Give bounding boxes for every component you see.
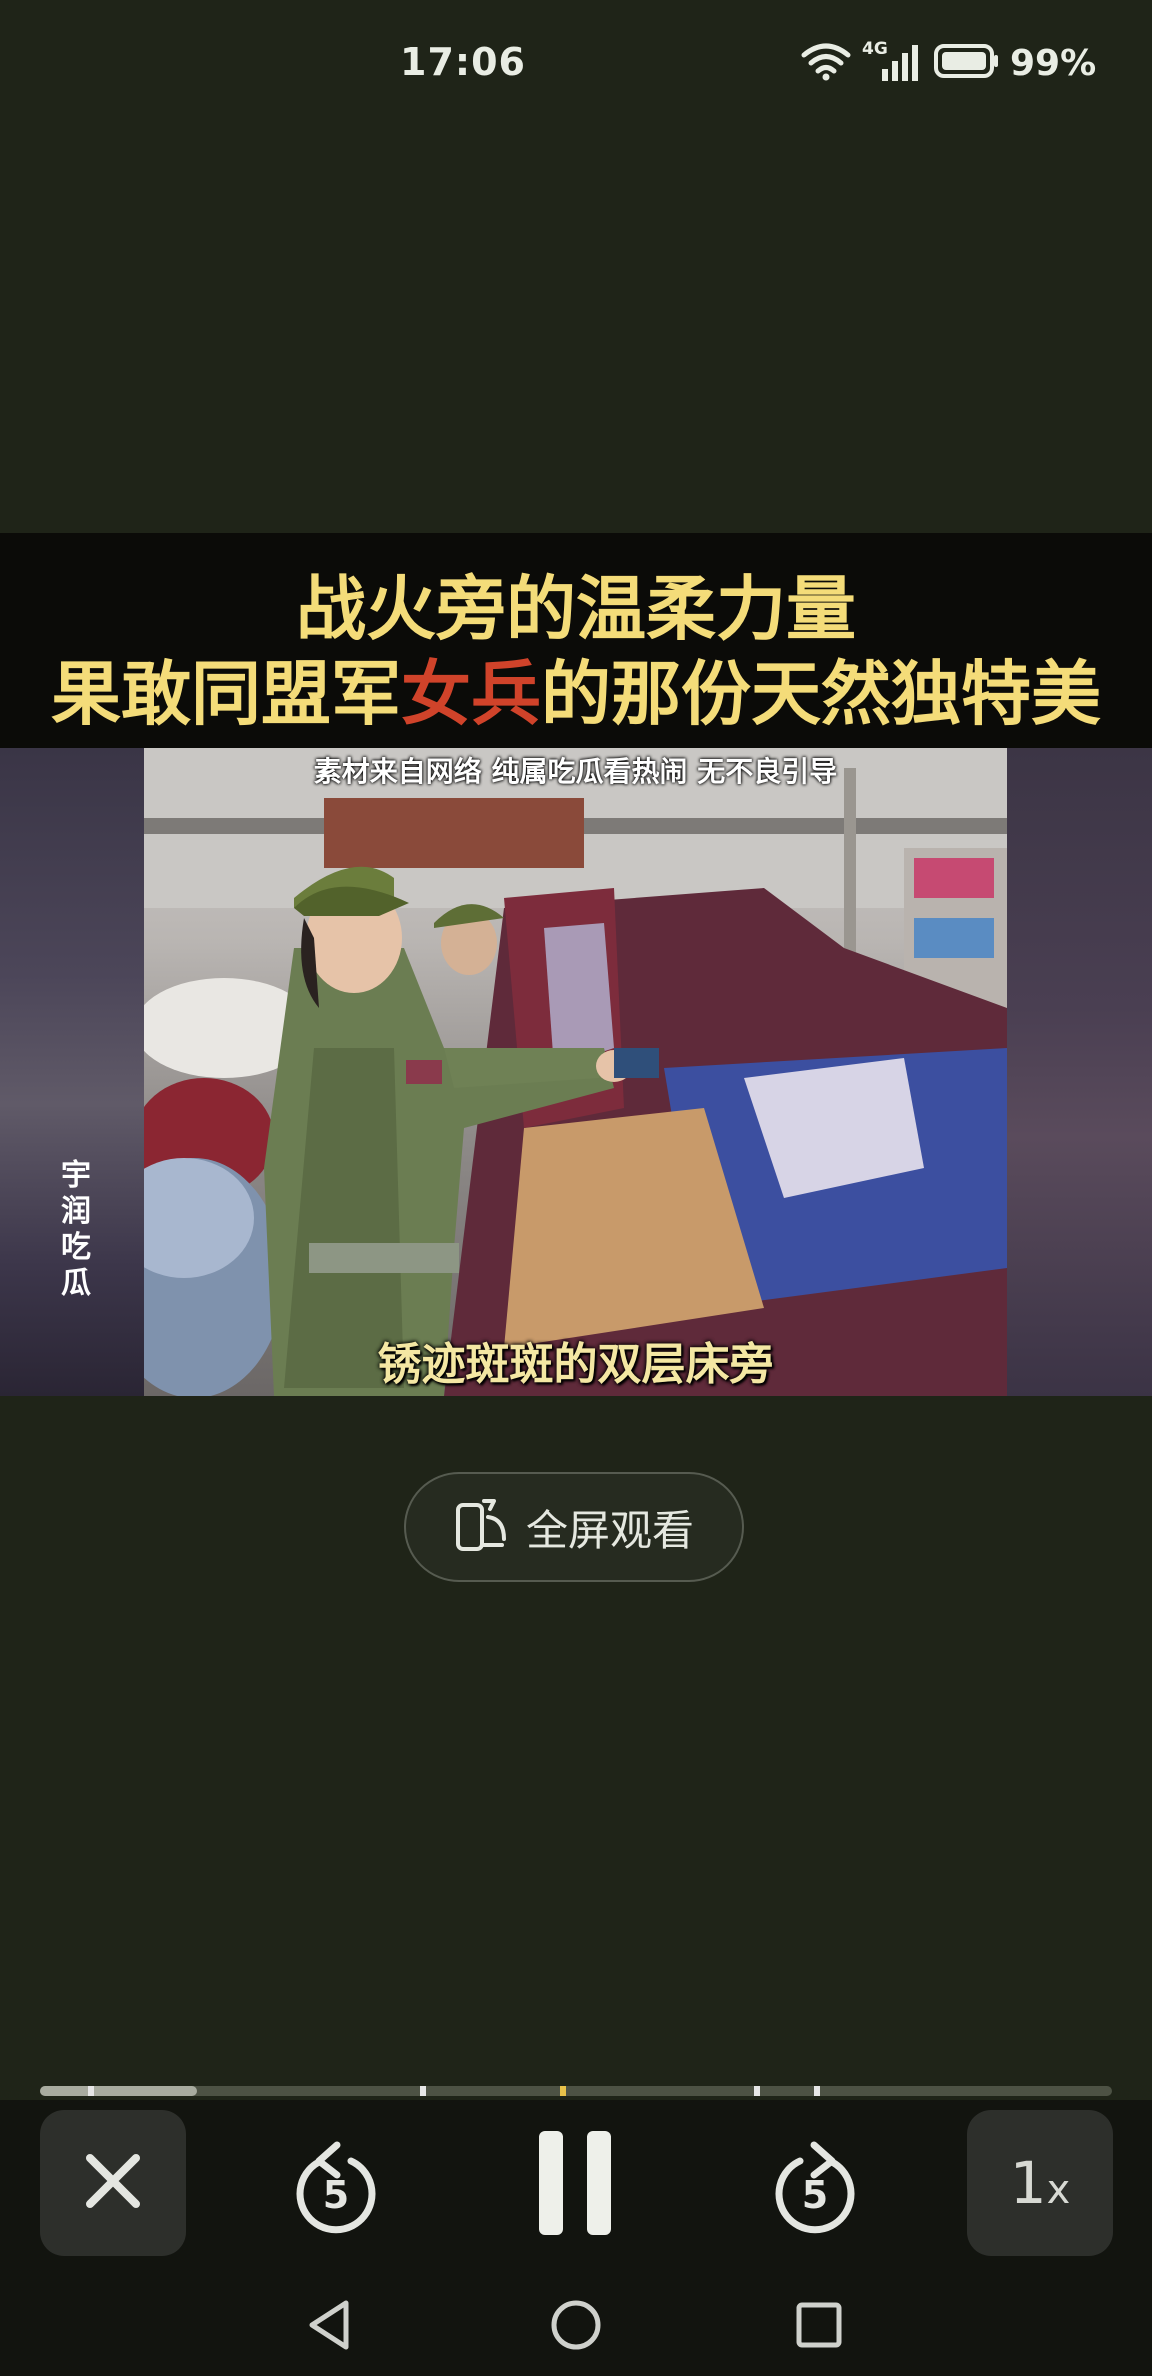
video-title-line-2: 果敢同盟军女兵的那份天然独特美 (0, 638, 1152, 739)
rotate-screen-icon (454, 1495, 510, 1559)
video-blur-left: 宇润吃瓜 (0, 748, 144, 1396)
cellular-signal-icon: 4G (862, 39, 924, 83)
video-title-banner: 战火旁的温柔力量 果敢同盟军女兵的那份天然独特美 (0, 533, 1152, 748)
back-triangle-icon (304, 2297, 354, 2357)
forward-seconds-label: 5 (801, 2173, 829, 2217)
playback-progress-bar[interactable] (40, 2086, 1112, 2096)
close-button[interactable] (40, 2110, 186, 2256)
playback-speed-label: 1x (1010, 2149, 1071, 2217)
rewind-5-button[interactable]: 5 (276, 2120, 396, 2250)
speed-value: 1 (1009, 2149, 1047, 2217)
close-icon (82, 2150, 144, 2216)
progress-highlight-mark (560, 2086, 566, 2096)
rewind-seconds-label: 5 (322, 2173, 350, 2217)
video-disclaimer: 素材来自网络 纯属吃瓜看热闹 无不良引导 (313, 755, 838, 788)
video-frame[interactable]: 素材来自网络 纯属吃瓜看热闹 无不良引导 锈迹斑斑的双层床旁 (144, 748, 1007, 1396)
video-scene (144, 748, 1007, 1396)
system-navigation-bar (0, 2276, 1152, 2376)
pause-icon (527, 2127, 623, 2243)
wifi-icon (800, 41, 852, 85)
fullscreen-button[interactable]: 全屏观看 (404, 1472, 744, 1582)
playback-controls: 5 5 1x (0, 2100, 1152, 2276)
status-icons: 4G 99% (800, 39, 1097, 86)
forward-icon: 5 (770, 2135, 860, 2235)
forward-5-button[interactable]: 5 (755, 2120, 875, 2250)
progress-chapter-mark (88, 2086, 94, 2096)
fullscreen-label: 全屏观看 (525, 1505, 694, 1555)
channel-watermark: 宇润吃瓜 (61, 1158, 91, 1301)
video-blur-right (1007, 748, 1152, 1396)
battery-percentage: 99% (1010, 42, 1097, 84)
status-bar: 17:06 4G 99% (0, 0, 1152, 130)
pause-button[interactable] (515, 2120, 635, 2250)
nav-back-button[interactable] (294, 2292, 364, 2362)
home-circle-icon (549, 2298, 603, 2356)
playback-progress-fill (40, 2086, 197, 2096)
playback-speed-button[interactable]: 1x (967, 2110, 1113, 2256)
nav-recents-button[interactable] (784, 2292, 854, 2362)
rewind-icon: 5 (291, 2135, 381, 2235)
video-player[interactable]: 宇润吃瓜 素材来自网络 纯属吃瓜看热闹 无不良引导 锈迹斑斑的双层床旁 (0, 748, 1152, 1396)
progress-chapter-mark (754, 2086, 760, 2096)
progress-chapter-mark (420, 2086, 426, 2096)
battery-icon (934, 43, 1000, 83)
status-time: 17:06 (400, 40, 526, 84)
title-line-2-prefix: 果敢同盟军 (51, 652, 401, 735)
progress-chapter-mark (814, 2086, 820, 2096)
speed-suffix: x (1046, 2167, 1071, 2213)
video-subtitle: 锈迹斑斑的双层床旁 (377, 1339, 774, 1390)
title-line-2-suffix: 的那份天然独特美 (541, 652, 1101, 735)
recents-square-icon (794, 2300, 844, 2354)
nav-home-button[interactable] (541, 2292, 611, 2362)
title-line-2-highlight: 女兵 (401, 652, 541, 735)
